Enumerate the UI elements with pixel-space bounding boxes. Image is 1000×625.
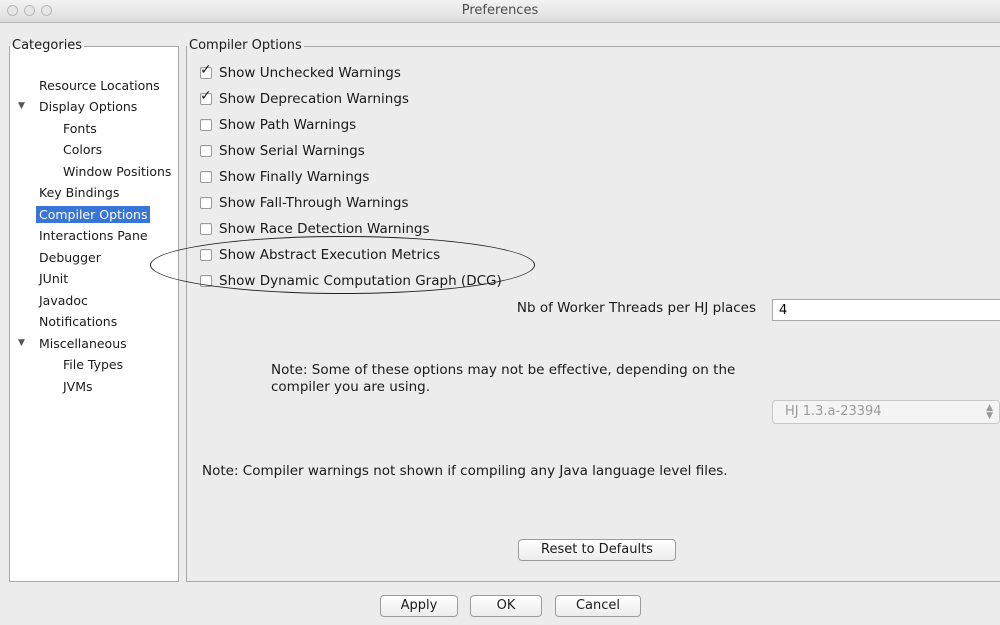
option-label: Show Unchecked Warnings [219, 65, 401, 81]
java-warnings-note: Note: Compiler warnings not shown if com… [202, 463, 728, 479]
category-window-positions[interactable]: Window Positions [60, 163, 174, 180]
option-label: Show Deprecation Warnings [219, 91, 409, 107]
option-label: Show Finally Warnings [219, 169, 370, 185]
compiler-options-legend: Compiler Options [189, 38, 302, 53]
checkbox[interactable]: ✓ [200, 89, 212, 105]
checkbox[interactable]: ✓ [200, 63, 212, 79]
reset-to-defaults-button[interactable]: Reset to Defaults [518, 539, 676, 561]
option-label: Show Path Warnings [219, 117, 357, 133]
option-label: Show Serial Warnings [219, 143, 365, 159]
checkbox[interactable] [200, 197, 212, 209]
category-fonts[interactable]: Fonts [60, 120, 100, 137]
window-title: Preferences [461, 3, 539, 18]
option-show-dynamic-computation-graph[interactable]: Show Dynamic Computation Graph (DCG) [200, 272, 502, 290]
category-file-types[interactable]: File Types [60, 356, 126, 373]
checkbox[interactable] [200, 145, 212, 157]
effectiveness-note: Note: Some of these options may not be e… [271, 362, 736, 395]
checkbox[interactable] [200, 171, 212, 183]
checkbox[interactable] [200, 275, 212, 287]
option-show-unchecked-warnings[interactable]: ✓ Show Unchecked Warnings [200, 63, 401, 82]
option-show-abstract-execution-metrics[interactable]: Show Abstract Execution Metrics [200, 246, 440, 264]
cancel-button[interactable]: Cancel [555, 595, 641, 617]
expand-arrow-icon[interactable]: ▼ [18, 98, 25, 115]
worker-threads-label: Nb of Worker Threads per HJ places [516, 300, 756, 316]
category-debugger[interactable]: Debugger [36, 249, 104, 266]
category-javadoc[interactable]: Javadoc [36, 292, 91, 309]
category-key-bindings[interactable]: Key Bindings [36, 184, 122, 201]
option-show-serial-warnings[interactable]: Show Serial Warnings [200, 142, 365, 160]
compiler-select-value: HJ 1.3.a-23394 [785, 404, 882, 419]
checkbox[interactable] [200, 249, 212, 261]
up-down-arrows-icon: ▲ ▼ [986, 403, 993, 421]
categories-legend: Categories [12, 38, 83, 53]
categories-panel: Categories Resource Locations ▼ Display … [9, 38, 179, 582]
category-miscellaneous[interactable]: Miscellaneous [36, 335, 130, 352]
expand-arrow-icon[interactable]: ▼ [18, 335, 25, 352]
category-junit[interactable]: JUnit [36, 270, 71, 287]
ok-button[interactable]: OK [470, 595, 542, 617]
title-bar: Preferences [0, 0, 1000, 23]
option-label: Show Race Detection Warnings [219, 221, 430, 237]
category-resource-locations[interactable]: Resource Locations [36, 77, 163, 94]
option-label: Show Dynamic Computation Graph (DCG) [219, 273, 502, 289]
option-show-fall-through-warnings[interactable]: Show Fall-Through Warnings [200, 194, 408, 212]
category-colors[interactable]: Colors [60, 141, 105, 158]
category-interactions-pane[interactable]: Interactions Pane [36, 227, 151, 244]
compiler-select[interactable]: HJ 1.3.a-23394 ▲ ▼ [772, 400, 1000, 424]
option-label: Show Abstract Execution Metrics [219, 247, 441, 263]
check-mark-icon: ✓ [200, 88, 212, 104]
checkbox[interactable] [200, 119, 212, 131]
option-label: Show Fall-Through Warnings [219, 195, 409, 211]
option-show-finally-warnings[interactable]: Show Finally Warnings [200, 168, 369, 186]
category-compiler-options[interactable]: Compiler Options [36, 206, 151, 223]
option-show-deprecation-warnings[interactable]: ✓ Show Deprecation Warnings [200, 89, 409, 108]
apply-button[interactable]: Apply [380, 595, 458, 617]
option-show-race-detection-warnings[interactable]: Show Race Detection Warnings [200, 220, 430, 238]
category-jvms[interactable]: JVMs [60, 378, 96, 395]
check-mark-icon: ✓ [200, 62, 212, 78]
category-display-options[interactable]: Display Options [36, 98, 140, 115]
option-show-path-warnings[interactable]: Show Path Warnings [200, 116, 356, 134]
checkbox[interactable] [200, 223, 212, 235]
worker-threads-input[interactable] [772, 299, 1000, 321]
category-notifications[interactable]: Notifications [36, 313, 120, 330]
